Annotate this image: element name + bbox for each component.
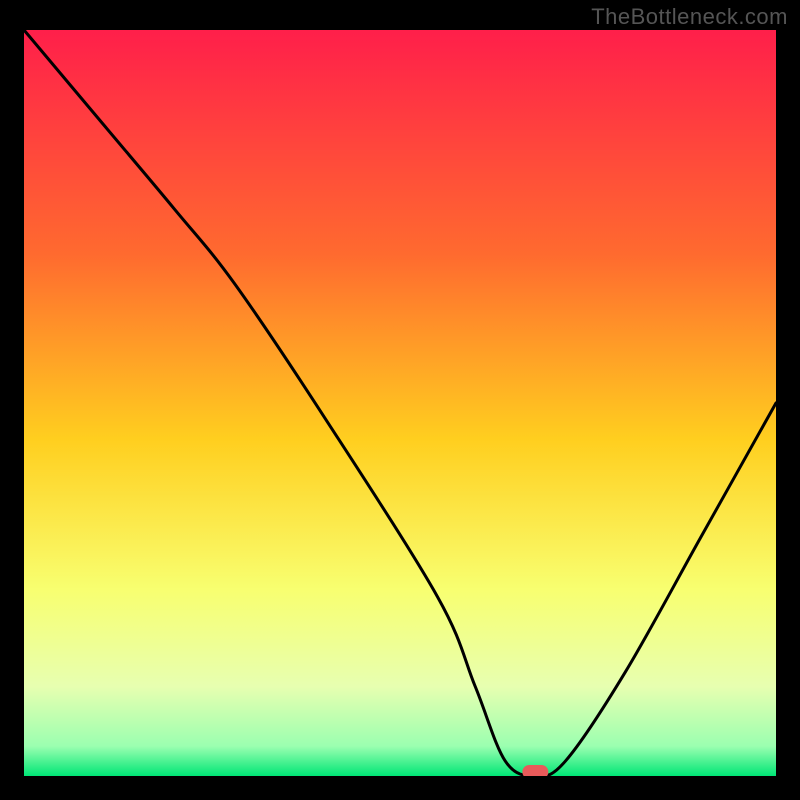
optimum-marker [522,765,548,776]
watermark-text: TheBottleneck.com [591,4,788,30]
gradient-background [24,30,776,776]
chart-frame: TheBottleneck.com [0,0,800,800]
plot-area [24,30,776,776]
bottleneck-chart [24,30,776,776]
